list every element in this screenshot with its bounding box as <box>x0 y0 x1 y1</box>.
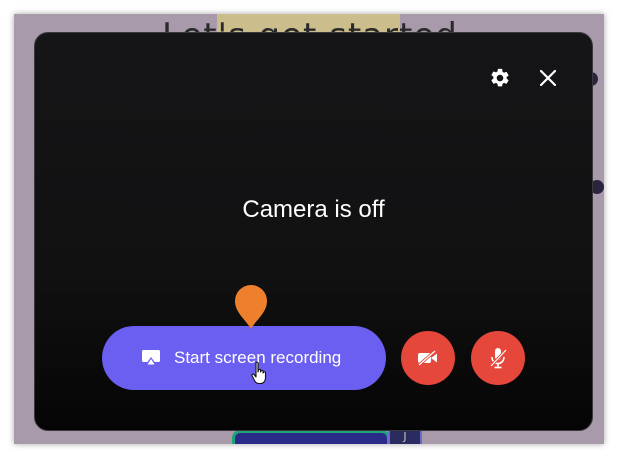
settings-button[interactable] <box>485 63 515 93</box>
background-chip <box>232 430 390 444</box>
close-icon <box>539 69 557 87</box>
camera-off-icon <box>418 349 437 367</box>
location-pin-icon <box>235 285 267 329</box>
toggle-microphone-button[interactable] <box>471 331 525 385</box>
toggle-camera-button[interactable] <box>401 331 455 385</box>
camera-dialog: Camera is off Start screen recording <box>34 32 593 431</box>
mic-off-icon <box>489 348 508 369</box>
camera-status-text: Camera is off <box>242 196 385 223</box>
start-screen-recording-button[interactable]: Start screen recording <box>102 326 386 390</box>
gear-icon <box>491 68 509 87</box>
hand-pointer-icon <box>251 361 267 385</box>
close-button[interactable] <box>533 63 563 93</box>
screen-share-icon <box>141 348 161 368</box>
